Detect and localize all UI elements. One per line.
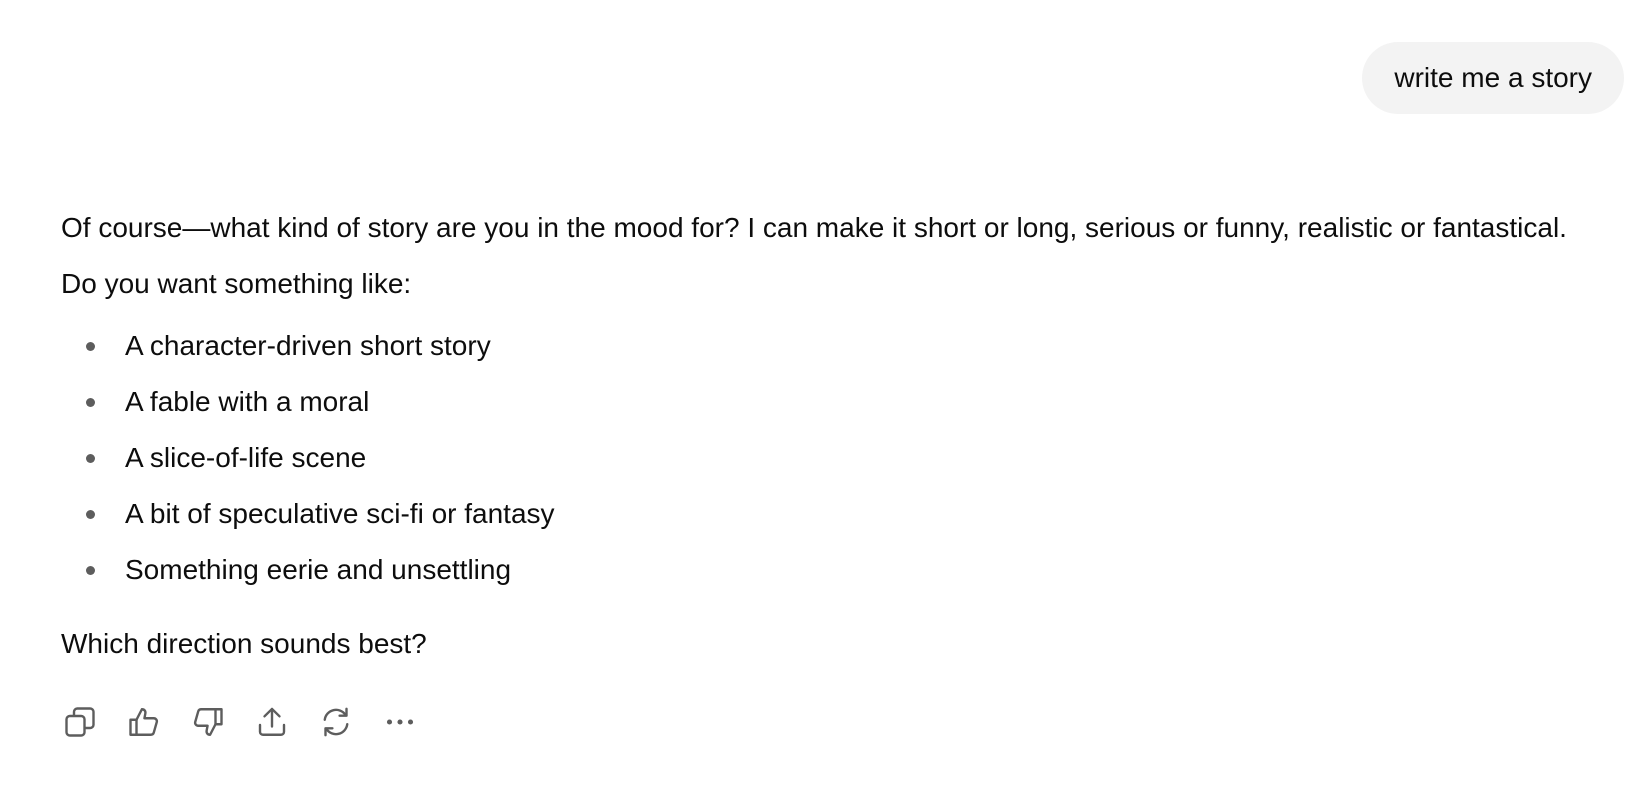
bullet-icon: [86, 454, 95, 463]
thumbs-up-icon: [129, 708, 159, 736]
story-options-list: A character-driven short story A fable w…: [61, 318, 1601, 598]
thumbs-up-button[interactable]: [124, 702, 164, 742]
regenerate-icon: [323, 707, 349, 737]
list-item: Something eerie and unsettling: [61, 542, 1601, 598]
more-options-button[interactable]: [380, 702, 420, 742]
bullet-icon: [86, 566, 95, 575]
list-item: A slice-of-life scene: [61, 430, 1601, 486]
list-item-text: Something eerie and unsettling: [125, 554, 512, 585]
list-item-text: A bit of speculative sci-fi or fantasy: [125, 498, 555, 529]
list-item: A bit of speculative sci-fi or fantasy: [61, 486, 1601, 542]
copy-button[interactable]: [60, 702, 100, 742]
user-message-row: write me a story: [1362, 42, 1624, 114]
assistant-intro-text: Of course—what kind of story are you in …: [61, 212, 1567, 299]
list-item: A fable with a moral: [61, 374, 1601, 430]
list-item-text: A slice-of-life scene: [125, 442, 367, 473]
assistant-closing-text: Which direction sounds best?: [61, 628, 427, 659]
assistant-message: Of course—what kind of story are you in …: [61, 200, 1601, 672]
share-icon: [258, 707, 286, 736]
thumbs-down-icon: [193, 708, 223, 736]
more-icon: [386, 719, 414, 725]
bullet-icon: [86, 510, 95, 519]
list-item-text: A fable with a moral: [125, 386, 370, 417]
copy-icon: [65, 707, 95, 737]
bullet-icon: [86, 398, 95, 407]
regenerate-button[interactable]: [316, 702, 356, 742]
message-actions-bar: [60, 702, 444, 742]
bullet-icon: [86, 342, 95, 351]
list-item: A character-driven short story: [61, 318, 1601, 374]
user-message-bubble: write me a story: [1362, 42, 1624, 114]
share-button[interactable]: [252, 702, 292, 742]
thumbs-down-button[interactable]: [188, 702, 228, 742]
list-item-text: A character-driven short story: [125, 330, 491, 361]
